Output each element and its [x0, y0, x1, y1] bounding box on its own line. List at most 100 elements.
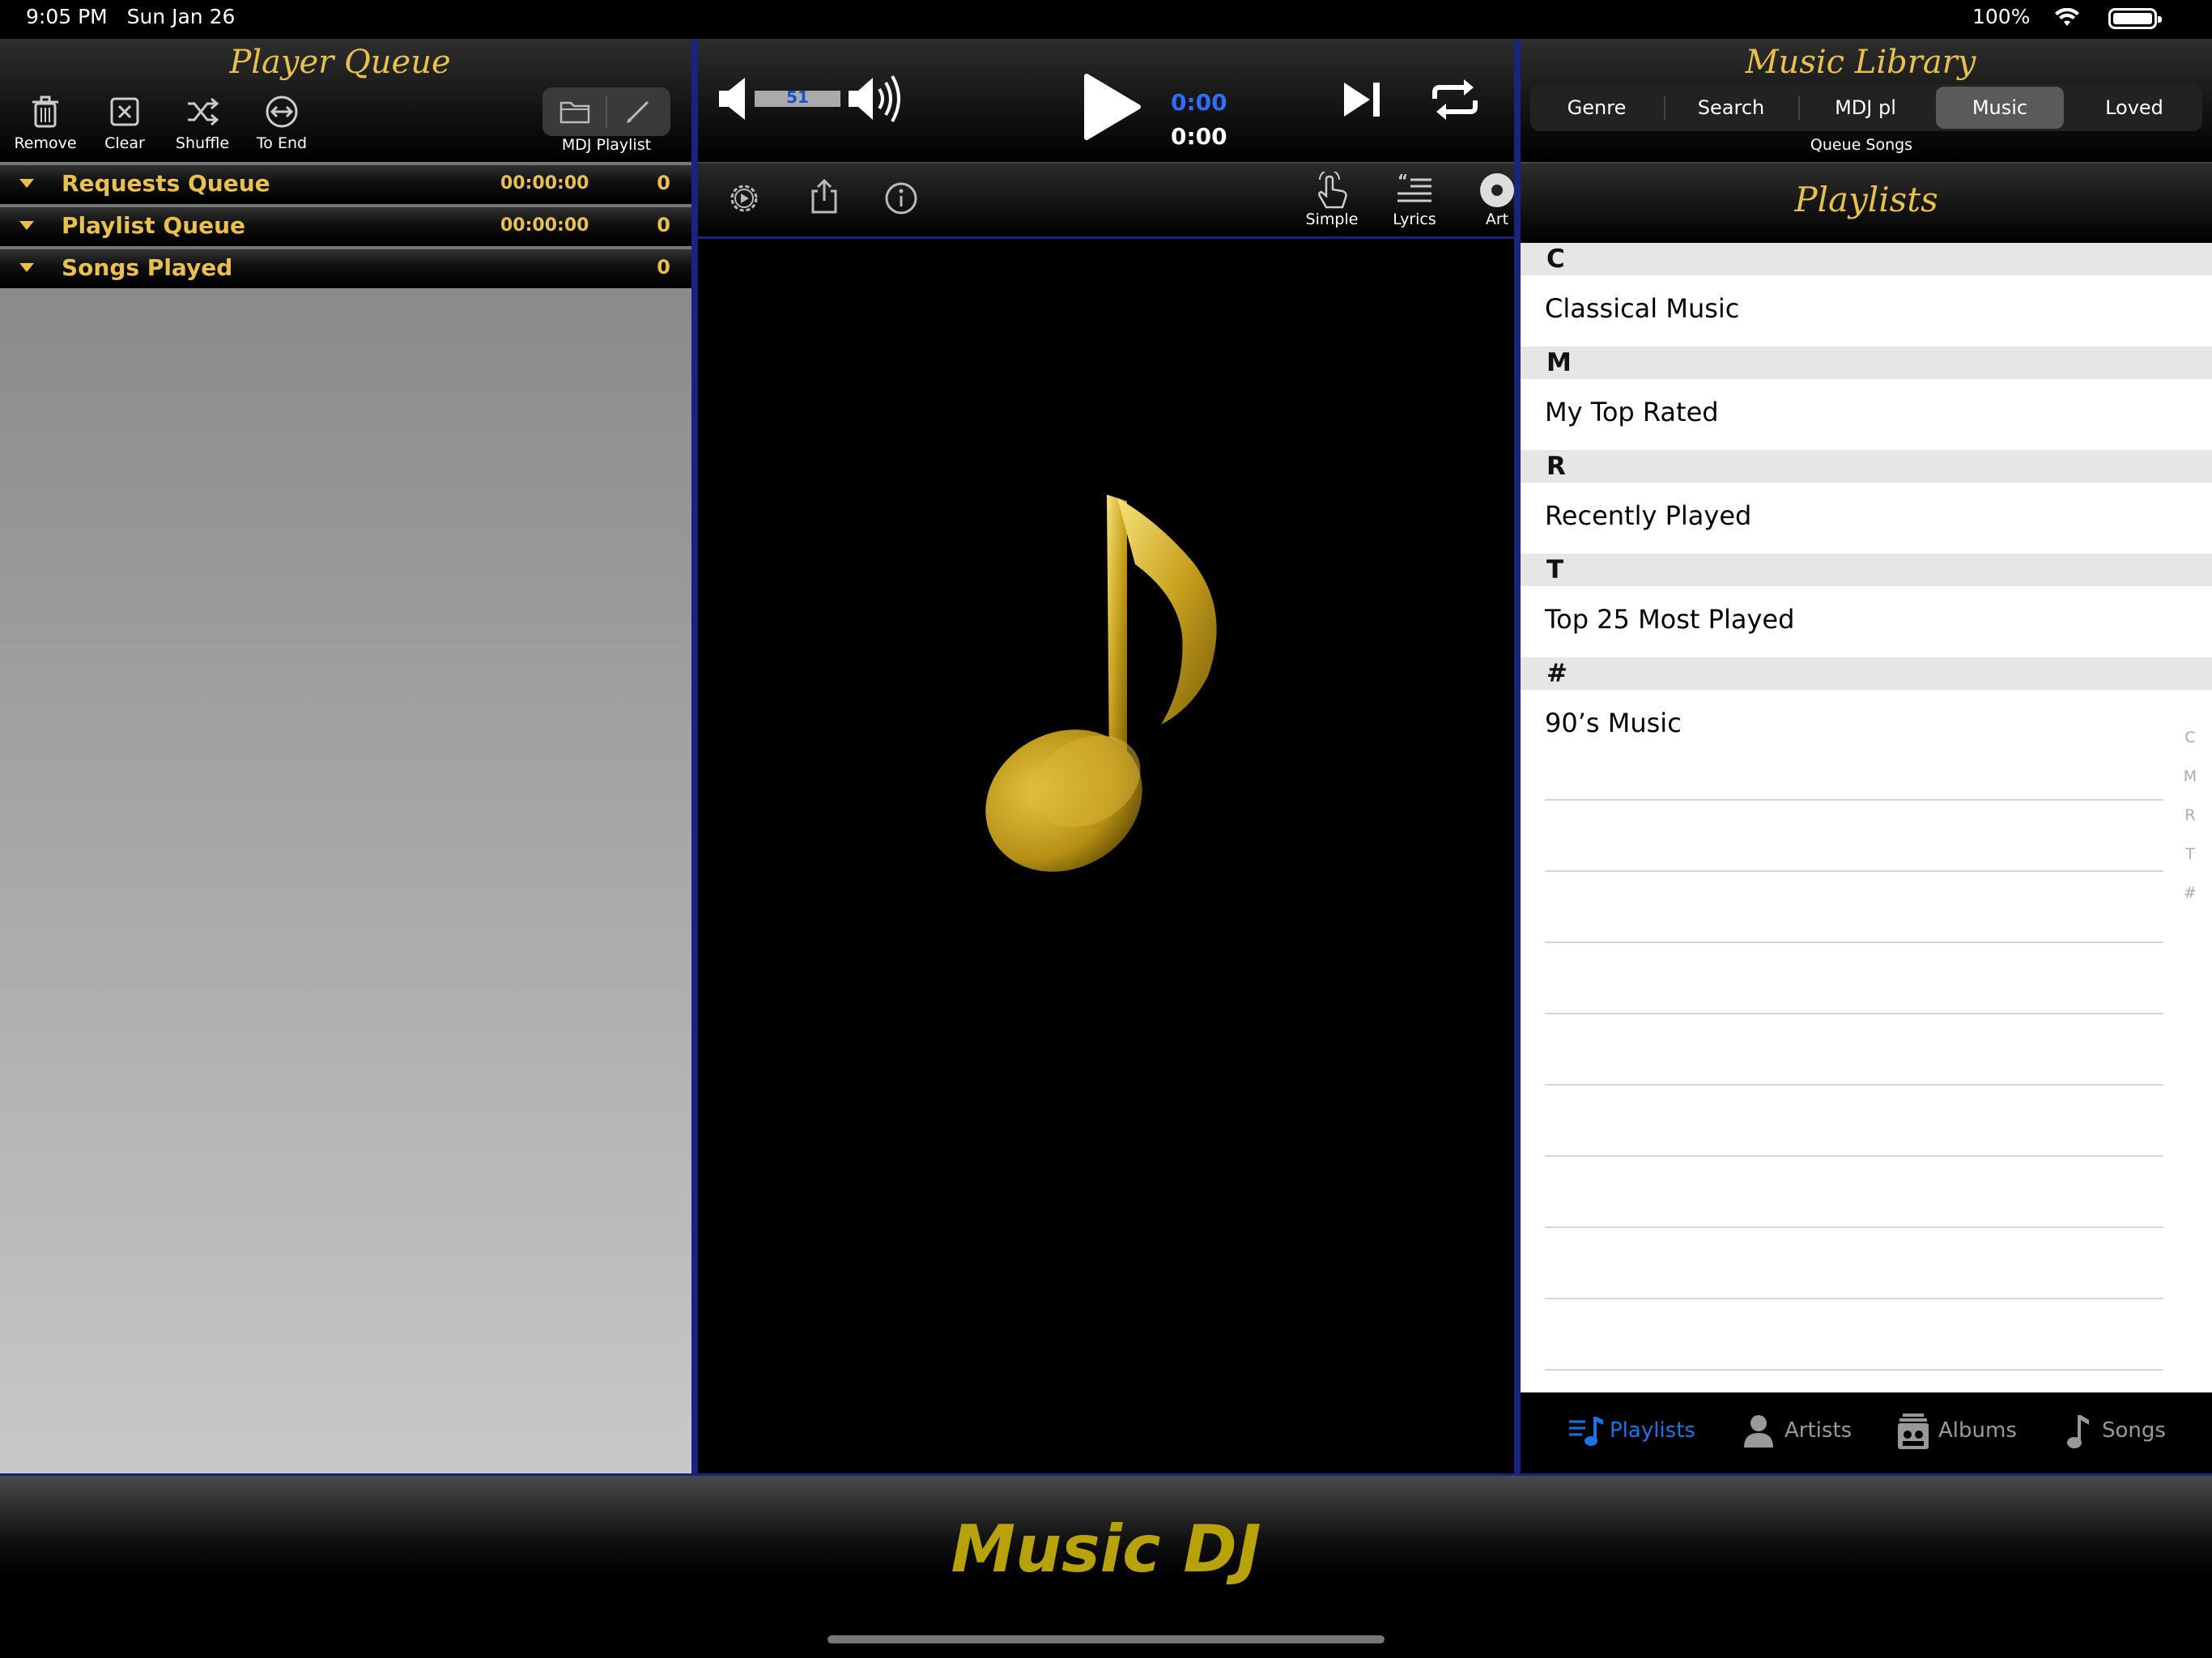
playlist-queue-row[interactable]: Playlist Queue 00:00:00 0 [0, 204, 691, 243]
segment-mdj-pl[interactable]: MDJ pl [1802, 87, 1929, 129]
clear-button[interactable]: Clear [84, 94, 165, 152]
share-icon[interactable] [808, 178, 840, 215]
queue-list-area [0, 288, 691, 1473]
disclosure-triangle-icon [19, 221, 34, 230]
queue-name: Requests Queue [62, 170, 270, 197]
queue-count: 0 [657, 256, 670, 278]
shuffle-label: Shuffle [175, 134, 230, 152]
player-queue-title: Player Queue [229, 44, 451, 81]
tab-playlists[interactable]: Playlists [1568, 1414, 1705, 1449]
section-header-m: M [1521, 346, 2212, 379]
queue-duration: 00:00:00 [500, 215, 589, 236]
tab-albums[interactable]: Albums [1896, 1414, 2034, 1449]
playlists-header: Playlists [1521, 162, 2212, 243]
index-letter-c[interactable]: C [2178, 729, 2202, 746]
tab-artists[interactable]: Artists [1742, 1414, 1872, 1449]
playlist-item-recently-played[interactable]: Recently Played [1521, 483, 2212, 554]
player-toolbar: Simple “ Lyrics Art [698, 162, 1514, 235]
volume-high-icon[interactable] [847, 71, 907, 126]
section-header-c: C [1521, 243, 2212, 275]
music-library-header: Music Library Genre Search MDJ pl Music … [1521, 39, 2212, 162]
mdj-playlist-segment [542, 87, 670, 136]
elapsed-time: 0:00 [1171, 89, 1227, 116]
shuffle-icon [188, 97, 219, 126]
album-art-area [698, 236, 1514, 1473]
play-icon[interactable] [1078, 71, 1143, 142]
clear-label: Clear [104, 134, 145, 152]
library-segmented-control: Genre Search MDJ pl Music Loved [1530, 84, 2202, 131]
player-queue-header: Player Queue Remove Clear Shuffle To End… [0, 39, 691, 162]
artist-icon [1744, 1415, 1773, 1448]
shuffle-button[interactable]: Shuffle [162, 94, 243, 152]
volume-value: 51 [786, 87, 809, 107]
index-letter-r[interactable]: R [2178, 806, 2202, 824]
status-time: 9:05 PM Sun Jan 26 [26, 5, 236, 28]
edit-pencil-icon[interactable] [623, 97, 653, 126]
brand-footer: Music DJ [0, 1473, 2212, 1658]
tab-albums-label: Albums [1938, 1418, 2017, 1443]
remove-button[interactable]: Remove [5, 94, 86, 152]
segment-genre[interactable]: Genre [1533, 87, 1661, 129]
playlists-title: Playlists [1794, 180, 1938, 219]
total-time: 0:00 [1171, 123, 1227, 150]
queue-count: 0 [657, 214, 670, 236]
disclosure-triangle-icon [19, 263, 34, 272]
lyrics-label: Lyrics [1393, 210, 1436, 228]
battery-icon [2108, 8, 2162, 29]
playlist-item-top-25-most-played[interactable]: Top 25 Most Played [1521, 586, 2212, 657]
tab-songs[interactable]: Songs [2060, 1414, 2181, 1449]
song-note-icon [2067, 1415, 2089, 1448]
panel-divider [691, 39, 698, 1473]
queue-name: Songs Played [62, 254, 233, 281]
folder-icon[interactable] [559, 99, 591, 125]
lyrics-button[interactable]: “ Lyrics [1378, 172, 1451, 228]
albums-icon [1898, 1414, 1929, 1449]
playlists-list: C Classical Music M My Top Rated R Recen… [1521, 243, 2212, 1430]
app-brand-title: Music DJ [951, 1511, 1261, 1587]
info-icon[interactable] [884, 181, 918, 215]
panel-divider [1514, 39, 1521, 1473]
next-track-icon[interactable] [1342, 81, 1383, 118]
settings-gear-icon[interactable] [727, 181, 761, 215]
playlist-item-90s-music[interactable]: 90’s Music [1521, 690, 2212, 761]
segment-search[interactable]: Search [1667, 87, 1795, 129]
to-end-icon [266, 96, 298, 128]
section-header-t: T [1521, 554, 2212, 586]
tab-artists-label: Artists [1784, 1418, 1853, 1443]
section-header-hash: # [1521, 657, 2212, 690]
tab-songs-label: Songs [2102, 1418, 2166, 1443]
queue-songs-label[interactable]: Queue Songs [1521, 136, 2202, 154]
index-letter-t[interactable]: T [2178, 845, 2202, 863]
lyrics-icon: “ [1397, 172, 1431, 202]
clear-box-icon [110, 97, 139, 126]
segment-loved[interactable]: Loved [2070, 87, 2198, 129]
music-library-title: Music Library [1745, 44, 1976, 81]
transport-controls: 51 0:00 0:00 [698, 39, 1514, 162]
requests-queue-row[interactable]: Requests Queue 00:00:00 0 [0, 162, 691, 201]
index-letter-m[interactable]: M [2178, 767, 2202, 785]
music-library-panel: Music Library Genre Search MDJ pl Music … [1521, 39, 2212, 1473]
playlist-item-my-top-rated[interactable]: My Top Rated [1521, 379, 2212, 450]
wifi-icon [2055, 8, 2079, 26]
home-indicator[interactable] [827, 1635, 1385, 1643]
library-tab-bar: Playlists Artists Albums Songs [1521, 1392, 2212, 1473]
repeat-icon[interactable] [1430, 78, 1480, 121]
player-panel: 51 0:00 0:00 Simple “ Lyrics Art [698, 39, 1514, 1473]
queue-name: Playlist Queue [62, 212, 246, 239]
index-letter-hash[interactable]: # [2178, 884, 2202, 902]
tab-playlists-label: Playlists [1610, 1418, 1695, 1443]
mdj-playlist-label: MDJ Playlist [561, 136, 652, 154]
simple-label: Simple [1305, 210, 1359, 228]
volume-low-icon[interactable] [716, 74, 751, 123]
music-note-icon [985, 495, 1217, 872]
simple-mode-button[interactable]: Simple [1295, 172, 1368, 228]
queue-count: 0 [657, 172, 670, 194]
songs-played-row[interactable]: Songs Played 0 [0, 246, 691, 285]
segment-music[interactable]: Music [1936, 87, 2064, 129]
to-end-label: To End [256, 134, 308, 152]
status-bar: 9:05 PM Sun Jan 26 100% [0, 0, 2212, 39]
playlist-item-classical-music[interactable]: Classical Music [1521, 275, 2212, 346]
to-end-button[interactable]: To End [241, 94, 322, 152]
trash-icon [32, 96, 58, 128]
disc-icon [1480, 173, 1514, 207]
